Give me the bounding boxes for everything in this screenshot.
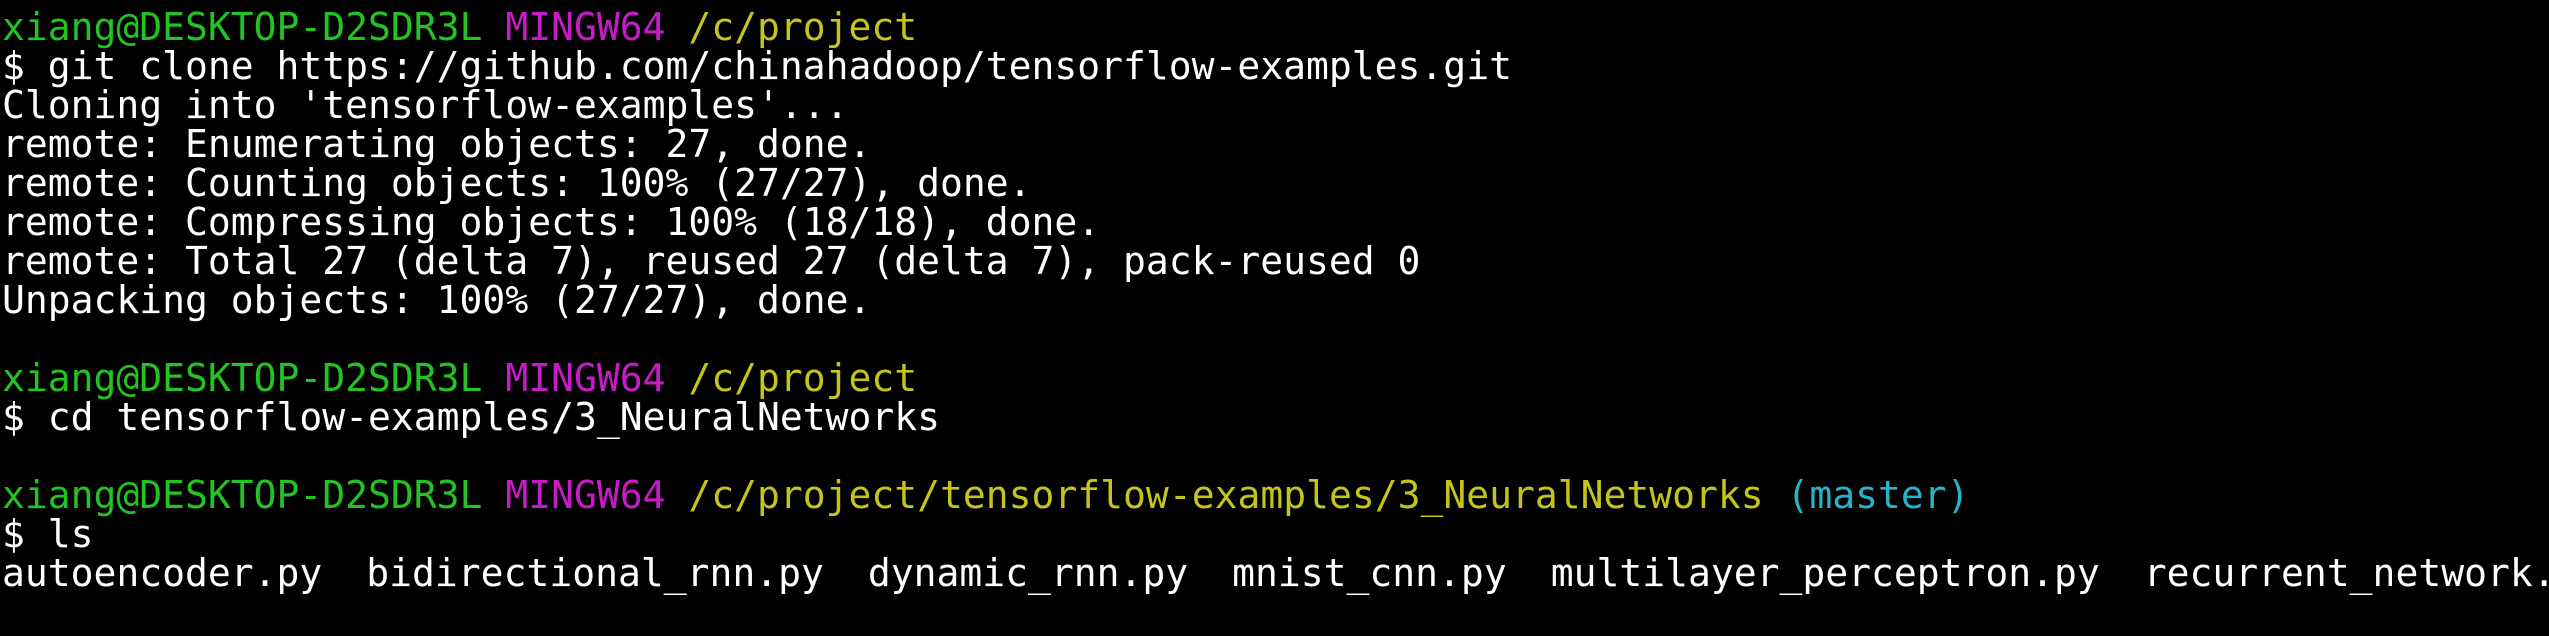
prompt-line: xiang@DESKTOP-D2SDR3L MINGW64 /c/project	[2, 8, 2549, 47]
prompt-system: MINGW64	[505, 356, 666, 400]
file-name: mnist_cnn.py	[1232, 551, 1507, 595]
prompt-path: /c/project/tensorflow-examples/3_NeuralN…	[688, 473, 1764, 517]
output-line: Unpacking objects: 100% (27/27), done.	[2, 278, 872, 322]
file-name: multilayer_perceptron.py	[1550, 551, 2100, 595]
output-line: remote: Counting objects: 100% (27/27), …	[2, 161, 1032, 205]
file-name: bidirectional_rnn.py	[366, 551, 824, 595]
file-listing: autoencoder.py bidirectional_rnn.py dynami…	[2, 554, 2549, 593]
prompt-system: MINGW64	[505, 5, 666, 49]
prompt-path: /c/project	[688, 5, 918, 49]
prompt-path: /c/project	[688, 356, 918, 400]
git-branch: (master)	[1786, 473, 1970, 517]
prompt-user: xiang@DESKTOP-D2SDR3L	[2, 5, 483, 49]
output-line: remote: Compressing objects: 100% (18/18…	[2, 200, 1101, 244]
prompt-line: xiang@DESKTOP-D2SDR3L MINGW64 /c/project…	[2, 476, 2549, 515]
output-line: Cloning into 'tensorflow-examples'...	[2, 83, 849, 127]
prompt-user: xiang@DESKTOP-D2SDR3L	[2, 473, 483, 517]
prompt-system: MINGW64	[505, 473, 666, 517]
output-line: remote: Total 27 (delta 7), reused 27 (d…	[2, 239, 1421, 283]
prompt-user: xiang@DESKTOP-D2SDR3L	[2, 356, 483, 400]
command-line: $ ls	[2, 512, 94, 556]
prompt-line: xiang@DESKTOP-D2SDR3L MINGW64 /c/project	[2, 359, 2549, 398]
file-name: dynamic_rnn.py	[867, 551, 1189, 595]
terminal-window[interactable]: xiang@DESKTOP-D2SDR3L MINGW64 /c/project…	[0, 0, 2549, 636]
output-line: remote: Enumerating objects: 27, done.	[2, 122, 872, 166]
command-line: $ cd tensorflow-examples/3_NeuralNetwork…	[2, 395, 940, 439]
file-name: recurrent_network.py	[2143, 551, 2549, 595]
command-line: $ git clone https://github.com/chinahado…	[2, 44, 1512, 88]
file-name: autoencoder.py	[2, 551, 323, 595]
